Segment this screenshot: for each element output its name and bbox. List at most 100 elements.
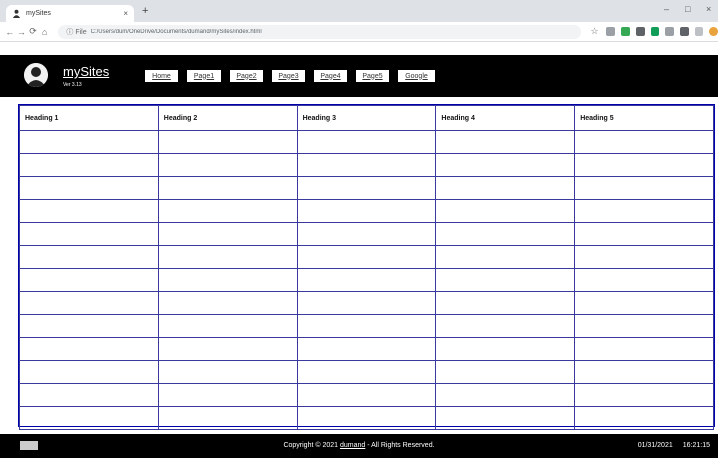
table-cell — [435, 383, 576, 407]
table-cell — [435, 406, 576, 430]
column-header: Heading 3 — [296, 105, 437, 131]
nav-link-page1[interactable]: Page1 — [187, 70, 221, 82]
close-window-button[interactable]: × — [706, 4, 711, 14]
table-cell — [574, 314, 714, 338]
table-cell — [19, 153, 159, 177]
address-bar[interactable]: ⓘ File C:/Users/dum/OneDrive/Documents/d… — [58, 24, 581, 39]
table-cell — [19, 383, 159, 407]
extension-icon[interactable] — [650, 27, 660, 36]
author-link[interactable]: dumand — [340, 442, 365, 449]
table-cell — [296, 176, 437, 200]
table-row — [19, 337, 714, 361]
maximize-button[interactable]: □ — [685, 4, 690, 14]
copyright-prefix: Copyright © 2021 — [283, 442, 340, 449]
copyright-suffix: - All Rights Reserved. — [365, 442, 435, 449]
table-cell — [435, 199, 576, 223]
tab-close-icon[interactable]: × — [123, 9, 128, 18]
back-icon[interactable]: ← — [4, 27, 16, 37]
content-table-wrapper: Heading 1 Heading 2 Heading 3 Heading 4 … — [18, 104, 715, 430]
table-cell — [157, 360, 298, 384]
table-cell — [296, 383, 437, 407]
table-row — [19, 314, 714, 338]
table-cell — [19, 360, 159, 384]
table-cell — [435, 245, 576, 269]
table-cell — [296, 153, 437, 177]
table-cell — [19, 291, 159, 315]
table-cell — [574, 176, 714, 200]
extension-icon[interactable] — [606, 27, 616, 36]
table-cell — [435, 268, 576, 292]
table-cell — [19, 245, 159, 269]
table-cell — [296, 314, 437, 338]
extension-icon[interactable] — [621, 27, 630, 36]
puzzle-icon[interactable] — [679, 27, 689, 36]
table-cell — [296, 222, 437, 246]
browser-tabstrip: mySites × + – □ × — [0, 0, 718, 22]
column-header: Heading 5 — [574, 105, 714, 131]
table-cell — [574, 153, 714, 177]
table-header-row: Heading 1 Heading 2 Heading 3 Heading 4 … — [19, 105, 714, 131]
forward-icon[interactable]: → — [16, 27, 28, 37]
table-row — [19, 130, 714, 154]
nav-link-home[interactable]: Home — [145, 70, 178, 82]
table-cell — [574, 406, 714, 430]
table-cell — [435, 291, 576, 315]
column-header: Heading 1 — [19, 105, 159, 131]
site-info-label[interactable]: ⓘ File — [66, 27, 86, 37]
table-row — [19, 153, 714, 177]
browser-toolbar: ← → ⟳ ⌂ ⓘ File C:/Users/dum/OneDrive/Doc… — [0, 22, 718, 42]
table-cell — [157, 291, 298, 315]
site-header: mySites Ver 3.13 Home Page1 Page2 Page3 … — [0, 55, 718, 97]
table-cell — [435, 337, 576, 361]
table-cell — [574, 268, 714, 292]
table-cell — [157, 406, 298, 430]
table-cell — [574, 383, 714, 407]
table-cell — [435, 314, 576, 338]
table-cell — [435, 360, 576, 384]
nav-link-page2[interactable]: Page2 — [230, 70, 263, 82]
table-row — [19, 245, 714, 269]
table-cell — [574, 130, 714, 154]
site-brand-link[interactable]: mySites — [63, 64, 109, 79]
browser-tab[interactable]: mySites × — [6, 5, 134, 22]
site-version: Ver 3.13 — [63, 82, 82, 88]
footer-date: 01/31/2021 — [637, 442, 673, 449]
table-cell — [574, 360, 714, 384]
site-footer: Copyright © 2021 dumand - All Rights Res… — [0, 434, 718, 458]
table-row — [19, 268, 714, 292]
table-cell — [296, 268, 437, 292]
site-nav: Home Page1 Page2 Page3 Page4 Page5 Googl… — [145, 70, 435, 82]
table-body — [19, 130, 714, 430]
table-row — [19, 222, 714, 246]
table-cell — [435, 222, 576, 246]
table-cell — [157, 268, 298, 292]
table-cell — [574, 222, 714, 246]
home-icon[interactable]: ⌂ — [39, 27, 51, 37]
nav-link-page4[interactable]: Page4 — [314, 70, 347, 82]
table-cell — [157, 383, 298, 407]
table-row — [19, 406, 714, 430]
table-cell — [435, 153, 576, 177]
profile-avatar-icon[interactable] — [709, 27, 718, 36]
reload-icon[interactable]: ⟳ — [27, 26, 39, 37]
column-header: Heading 4 — [435, 105, 576, 131]
nav-link-google[interactable]: Google — [398, 70, 435, 82]
extension-icon[interactable] — [694, 27, 704, 36]
table-row — [19, 176, 714, 200]
column-header: Heading 2 — [157, 105, 298, 131]
nav-link-page5[interactable]: Page5 — [356, 70, 389, 82]
nav-link-page3[interactable]: Page3 — [272, 70, 305, 82]
extension-icon[interactable] — [635, 27, 645, 36]
table-cell — [574, 337, 714, 361]
extension-icon[interactable] — [665, 27, 674, 36]
table-cell — [157, 314, 298, 338]
bookmark-star-icon[interactable]: ☆ — [589, 26, 601, 37]
copyright-text: Copyright © 2021 dumand - All Rights Res… — [0, 442, 718, 449]
table-cell — [19, 406, 159, 430]
new-tab-button[interactable]: + — [142, 5, 148, 17]
table-cell — [157, 245, 298, 269]
url-text[interactable]: C:/Users/dum/OneDrive/Documents/dumand/m… — [91, 29, 262, 35]
minimize-button[interactable]: – — [664, 4, 669, 14]
user-avatar-icon — [24, 63, 48, 87]
table-cell — [157, 153, 298, 177]
